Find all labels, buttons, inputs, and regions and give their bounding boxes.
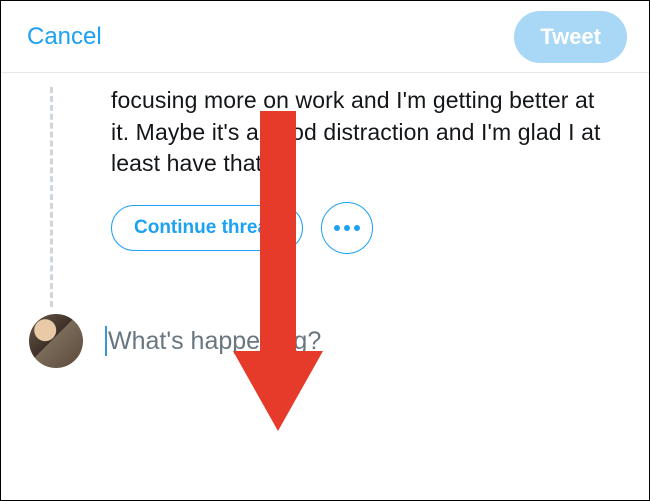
compose-row: [29, 314, 619, 368]
compose-input[interactable]: [108, 327, 619, 356]
more-options-icon: [344, 225, 350, 231]
tweet-button[interactable]: Tweet: [514, 11, 627, 63]
thread-actions: Continue thread: [111, 202, 619, 254]
compose-input-wrap[interactable]: [105, 326, 619, 356]
continue-thread-button[interactable]: Continue thread: [111, 205, 303, 251]
avatar[interactable]: [29, 314, 83, 368]
previous-tweet-text: focusing more on work and I'm getting be…: [111, 85, 619, 180]
cancel-button[interactable]: Cancel: [27, 23, 102, 51]
text-caret: [105, 326, 107, 356]
compose-header: Cancel Tweet: [1, 1, 649, 73]
compose-content: focusing more on work and I'm getting be…: [1, 73, 649, 368]
more-options-button[interactable]: [321, 202, 373, 254]
more-options-icon: [354, 225, 360, 231]
previous-thread-tweet: focusing more on work and I'm getting be…: [111, 85, 619, 254]
thread-connector-line: [50, 87, 53, 307]
more-options-icon: [334, 225, 340, 231]
